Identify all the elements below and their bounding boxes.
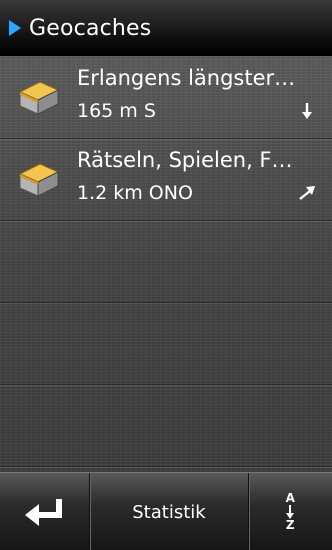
enter-return-icon — [24, 499, 62, 526]
list-item-empty — [0, 384, 332, 467]
bottom-toolbar: Statistik A Z — [0, 472, 332, 550]
list-item-geocache-1[interactable]: Erlangens längster… 165 m S — [0, 56, 332, 139]
title-arrow-icon — [9, 20, 21, 36]
sort-az-icon: A Z — [286, 492, 295, 532]
arrow-down-icon — [302, 103, 312, 119]
geocache-distance: 1.2 km ONO — [77, 182, 193, 204]
page-title: Geocaches — [29, 15, 152, 41]
statistics-label: Statistik — [132, 501, 206, 523]
geocache-box-icon — [18, 163, 60, 197]
statistics-button[interactable]: Statistik — [89, 473, 247, 550]
geocaches-screen: Geocaches Erlangens längster… 165 m S Rä… — [0, 0, 332, 550]
geocache-title: Erlangens längster… — [77, 66, 296, 90]
arrow-northeast-icon — [299, 186, 315, 200]
list-item-empty — [0, 302, 332, 385]
title-bar: Geocaches — [0, 0, 332, 57]
geocache-list: Erlangens längster… 165 m S Rätseln, Spi… — [0, 56, 332, 472]
list-item-geocache-2[interactable]: Rätseln, Spielen, F… 1.2 km ONO — [0, 138, 332, 221]
sort-az-button[interactable]: A Z — [247, 473, 332, 550]
sort-bottom-letter: Z — [285, 518, 295, 532]
sort-arrow-icon — [286, 505, 295, 519]
back-button[interactable] — [0, 473, 89, 550]
geocache-distance: 165 m S — [77, 100, 156, 122]
geocache-box-icon — [18, 81, 60, 115]
geocache-title: Rätseln, Spielen, F… — [77, 148, 293, 172]
sort-top-letter: A — [285, 491, 295, 505]
list-item-empty — [0, 220, 332, 303]
